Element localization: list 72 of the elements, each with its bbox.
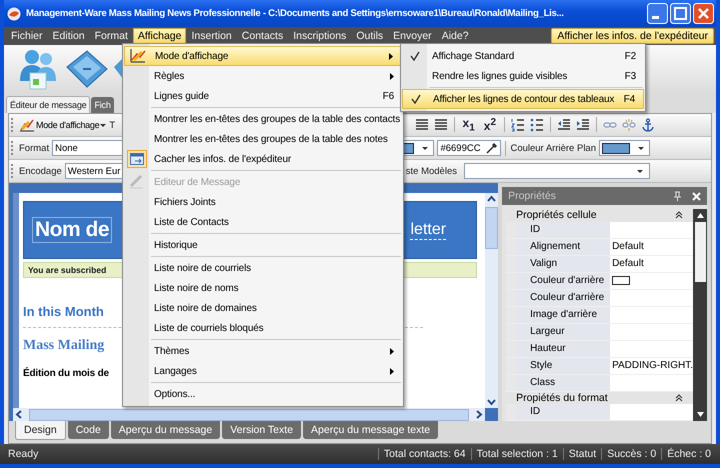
menu-option[interactable]: Afficher les lignes de contour des tableaux F4 (402, 89, 644, 109)
property-name: Image d'arrière (506, 306, 610, 322)
menu-option[interactable]: Rendre les lignes guide visibles F3 (402, 66, 644, 86)
menu-item[interactable]: Affichage (132, 28, 186, 44)
menu-option[interactable]: Liste de Contacts (124, 212, 402, 232)
window-title: Management-Ware Mass Mailing News Professionnelle - C:\Documents and Settings\ernsoware1\Bureau\Ronald\Mailing_Lis... (26, 8, 565, 19)
menu-option[interactable]: Lignes guide F6 (124, 86, 402, 106)
menu-item[interactable]: Insertion (186, 28, 237, 44)
property-name: Largeur (506, 324, 610, 340)
property-name: ID (506, 404, 610, 420)
status-panel: Échec : 0 (661, 448, 716, 460)
format-label: Format (19, 142, 50, 154)
newsletter-subtitle: letter (410, 220, 446, 240)
property-value[interactable]: Default (610, 256, 693, 272)
menu-option[interactable]: Montrer les en-têtes des groupes de la table des notes (124, 129, 402, 149)
menu-option[interactable]: Mode d'affichage (124, 46, 402, 66)
menu-option[interactable]: Langages (124, 361, 402, 381)
brand-heading: Mass Mailing (23, 338, 104, 354)
toolbar-label: T (109, 120, 116, 130)
view-tab[interactable]: Aperçu du message texte (303, 421, 438, 439)
view-mode-button[interactable]: Mode d'affichage (19, 117, 106, 133)
property-name: Style (506, 358, 610, 374)
menu-option[interactable]: Affichage Standard F2 (402, 46, 644, 66)
status-message: Ready (7, 448, 38, 460)
script-button[interactable]: x$^{2}$ (482, 116, 498, 133)
menu-item[interactable]: Contacts (236, 28, 288, 44)
property-value[interactable]: Default (610, 238, 693, 254)
script-button[interactable]: x$_{1}$ (460, 116, 477, 134)
menu-option[interactable]: Montrer les en-têtes des groupes de la table des contacts (124, 109, 402, 129)
property-name: Couleur d'arrière (506, 290, 610, 306)
property-name: Class (506, 374, 610, 390)
menu-option[interactable]: Cacher les infos. de l'expéditeur (124, 149, 402, 169)
menu-item[interactable]: Inscriptions (288, 28, 352, 44)
menu-item[interactable]: Outils (351, 28, 388, 44)
menu-item[interactable]: Envoyer (388, 28, 437, 44)
sender-info-button[interactable]: Afficher les infos. de l'expéditeur (551, 28, 714, 44)
property-name: Hauteur (506, 340, 610, 356)
menu-option[interactable]: Liste noire de noms (124, 278, 402, 298)
property-name: Couleur d'arrière (506, 272, 610, 288)
property-value[interactable]: PADDING-RIGHT. (610, 358, 693, 374)
menu-option[interactable]: Thèmes (124, 341, 402, 361)
view-tab[interactable]: Code (68, 421, 109, 439)
edition-heading: Édition du mois de (23, 368, 109, 379)
menu-option[interactable]: Fichiers Joints (124, 192, 402, 212)
status-panel: Total selection : 1 (470, 448, 563, 460)
newsletter-title: Nom de (32, 217, 112, 243)
menu-item[interactable]: Aide? (436, 28, 474, 44)
menu-item[interactable]: Fichier (6, 28, 48, 44)
document-tab[interactable]: Éditeur de message (6, 96, 90, 113)
section-header[interactable]: Propiétés du format (506, 392, 693, 404)
subscription-text: You are subscribed (28, 265, 106, 275)
status-panel: Succès : 0 (601, 448, 662, 460)
status-panel: Statut (562, 448, 602, 460)
menu-option[interactable]: Règles (124, 66, 402, 86)
templates-label: ste Modèles (406, 166, 457, 176)
menu-option[interactable]: Historique (124, 235, 402, 255)
menu-item[interactable]: Edition (48, 28, 90, 44)
view-tab[interactable]: Version Texte (222, 421, 302, 439)
view-tab[interactable]: Aperçu du message (110, 421, 220, 439)
encoding-label: Encodage (19, 166, 62, 176)
property-name: ID (506, 222, 610, 238)
property-name: Alignement (506, 238, 610, 254)
menu-option[interactable]: Options... (124, 384, 402, 404)
view-tab[interactable]: Design (15, 421, 66, 440)
document-tab[interactable]: Fich (91, 97, 114, 113)
panel-title: Propriétés (508, 190, 557, 202)
menu-option[interactable]: Liste noire de courriels (124, 258, 402, 278)
color-field[interactable]: #6699CC (437, 140, 502, 156)
background-color-label: Couleur Arrière Plan (510, 142, 596, 154)
menu-item[interactable]: Format (90, 28, 133, 44)
status-panel: Total contacts: 64 (378, 448, 471, 460)
property-name: Valign (506, 256, 610, 272)
